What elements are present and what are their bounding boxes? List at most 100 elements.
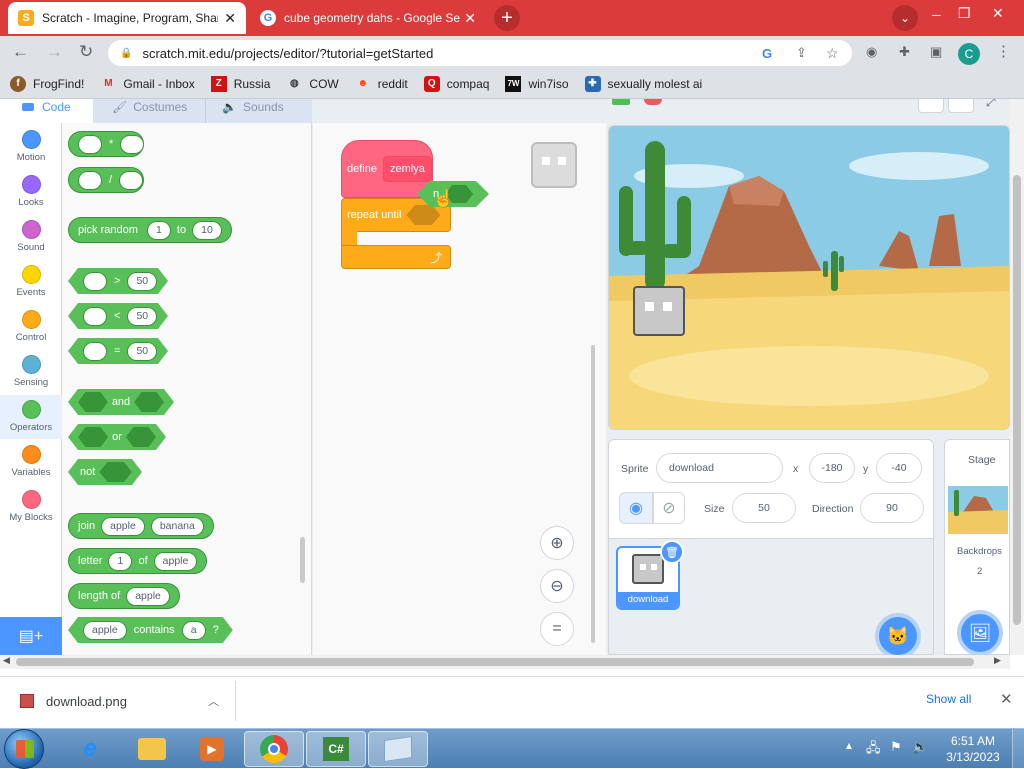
- bookmark-ai[interactable]: ✚ sexually molest ai: [584, 75, 702, 92]
- y-input[interactable]: -40: [876, 453, 922, 483]
- clock[interactable]: 6:51 AM 3/13/2023: [944, 733, 1002, 765]
- show-desktop-button[interactable]: [1012, 729, 1024, 769]
- palette-scrollbar[interactable]: [300, 537, 305, 583]
- large-stage-button[interactable]: [948, 99, 974, 113]
- pick-random-block[interactable]: pick random 1 to 10: [68, 217, 232, 243]
- tab-code[interactable]: Code: [0, 99, 94, 123]
- zoom-reset-button[interactable]: =: [540, 612, 574, 646]
- page-horizontal-scrollbar[interactable]: ◀ ▶: [0, 655, 1010, 669]
- equals-block[interactable]: = 50: [68, 338, 168, 364]
- reload-icon[interactable]: ↻: [79, 42, 93, 62]
- direction-input[interactable]: 90: [860, 493, 924, 523]
- delete-sprite-button[interactable]: 🗑: [660, 540, 684, 564]
- letter-index-input[interactable]: 1: [108, 551, 133, 571]
- contains-input-b[interactable]: a: [182, 621, 206, 640]
- minimize-button[interactable]: ─: [932, 8, 941, 22]
- zoom-in-button[interactable]: ⊕: [540, 526, 574, 560]
- join-input-a[interactable]: apple: [101, 516, 145, 536]
- tab-scratch[interactable]: S Scratch - Imagine, Program, Shar ✕: [8, 2, 246, 34]
- network-icon[interactable]: 🖧: [866, 739, 881, 761]
- or-block[interactable]: or: [68, 424, 166, 450]
- bookmark-star-icon[interactable]: ☆: [826, 45, 839, 62]
- taskbar-media-player[interactable]: ▶: [182, 731, 242, 767]
- tab-search-button[interactable]: ⌄: [892, 5, 918, 31]
- category-events[interactable]: Events: [0, 265, 62, 298]
- zoom-out-button[interactable]: ⊖: [540, 569, 574, 603]
- show-hidden-icons[interactable]: ▲: [844, 741, 854, 752]
- bookmark-cow[interactable]: ◍ COW: [286, 76, 339, 92]
- small-stage-button[interactable]: [918, 99, 944, 113]
- category-myblocks[interactable]: My Blocks: [0, 490, 62, 523]
- stop-icon[interactable]: [644, 99, 662, 105]
- bookmark-gmail[interactable]: M Gmail - Inbox: [100, 76, 195, 92]
- extensions-button[interactable]: ▤+: [0, 617, 62, 655]
- not-block[interactable]: not: [68, 459, 142, 485]
- close-window-button[interactable]: ✕: [992, 5, 1004, 22]
- join-input-b[interactable]: banana: [150, 516, 204, 536]
- google-lens-icon[interactable]: G: [762, 46, 772, 61]
- restore-button[interactable]: ❐: [958, 5, 971, 22]
- sprite-name-input[interactable]: download: [656, 453, 783, 483]
- bookmark-reddit[interactable]: ☻ reddit: [355, 76, 407, 92]
- and-block[interactable]: and: [68, 389, 174, 415]
- close-download-shelf-icon[interactable]: ✕: [1000, 690, 1013, 708]
- contains-block[interactable]: apple contains a ?: [68, 617, 233, 643]
- vertical-scroll-thumb[interactable]: [1013, 175, 1021, 625]
- close-tab-icon[interactable]: ✕: [464, 10, 476, 27]
- show-all-button[interactable]: Show all: [926, 692, 971, 706]
- puzzle-icon[interactable]: ✚: [899, 44, 910, 60]
- contains-input-a[interactable]: apple: [83, 621, 127, 640]
- tab-google[interactable]: G cube geometry dahs - Google Se ✕: [250, 2, 486, 34]
- page-vertical-scrollbar[interactable]: [1010, 99, 1024, 655]
- close-tab-icon[interactable]: ✕: [224, 10, 236, 27]
- chevron-up-icon[interactable]: ︿: [208, 693, 219, 709]
- tab-sounds[interactable]: 🔈 Sounds: [206, 99, 312, 123]
- hide-button[interactable]: ⊘: [653, 492, 685, 524]
- address-bar[interactable]: 🔒 scratch.mit.edu/projects/editor/?tutor…: [108, 40, 852, 66]
- define-block[interactable]: define zemlya: [341, 140, 433, 198]
- category-sound[interactable]: Sound: [0, 220, 62, 253]
- pick-from-input[interactable]: 1: [146, 220, 171, 240]
- stage-selector[interactable]: Stage Backdrops 2 🖼: [944, 439, 1010, 655]
- lt-input[interactable]: 50: [127, 307, 157, 326]
- category-motion[interactable]: Motion: [0, 130, 62, 163]
- volume-icon[interactable]: 🔈: [912, 739, 928, 755]
- choose-sprite-button[interactable]: 🐱: [875, 613, 921, 655]
- back-icon[interactable]: ←: [12, 42, 29, 62]
- sidepanel-icon[interactable]: ▣: [930, 44, 942, 60]
- flag-icon[interactable]: ⚑: [890, 739, 902, 755]
- show-button[interactable]: ◉: [619, 492, 653, 524]
- bookmark-frogfind[interactable]: f FrogFind!: [10, 75, 84, 92]
- taskbar-chrome[interactable]: [244, 731, 304, 767]
- share-icon[interactable]: ⇪: [796, 45, 807, 61]
- category-variables[interactable]: Variables: [0, 445, 62, 478]
- scroll-left-icon[interactable]: ◀: [3, 655, 10, 666]
- fullscreen-button[interactable]: ⤢: [986, 99, 996, 110]
- script-scrollbar[interactable]: [591, 345, 595, 643]
- bookmark-russia[interactable]: Z Russia: [210, 75, 270, 92]
- category-sensing[interactable]: Sensing: [0, 355, 62, 388]
- category-control[interactable]: Control: [0, 310, 62, 343]
- gt-input[interactable]: 50: [127, 272, 157, 291]
- green-flag-icon[interactable]: [612, 99, 630, 105]
- multiply-block[interactable]: *: [68, 131, 145, 157]
- sprite-on-stage[interactable]: [633, 286, 685, 336]
- script-area[interactable]: define zemlya repeat until ⤴ n ☝ ⊕ ⊖ =: [313, 123, 606, 655]
- taskbar-ie[interactable]: e: [60, 731, 120, 767]
- category-looks[interactable]: Looks: [0, 175, 62, 208]
- length-of-block[interactable]: length of apple: [68, 583, 180, 609]
- eq-input[interactable]: 50: [127, 342, 157, 361]
- pick-to-input[interactable]: 10: [192, 220, 222, 240]
- tab-costumes[interactable]: 🖌 Costumes: [94, 99, 206, 123]
- new-tab-button[interactable]: +: [494, 5, 520, 31]
- bookmark-compaq[interactable]: Qcompaq: [423, 75, 489, 92]
- taskbar-app[interactable]: [368, 731, 428, 767]
- size-input[interactable]: 50: [732, 493, 796, 523]
- horizontal-scroll-thumb[interactable]: [16, 658, 974, 666]
- less-than-block[interactable]: <50: [68, 303, 168, 329]
- forward-icon[interactable]: →: [46, 42, 63, 62]
- category-operators[interactable]: Operators: [0, 395, 62, 439]
- choose-backdrop-button[interactable]: 🖼: [957, 610, 1003, 655]
- scroll-right-icon[interactable]: ▶: [994, 655, 1001, 666]
- letter-of-block[interactable]: letter 1 of apple: [68, 548, 208, 574]
